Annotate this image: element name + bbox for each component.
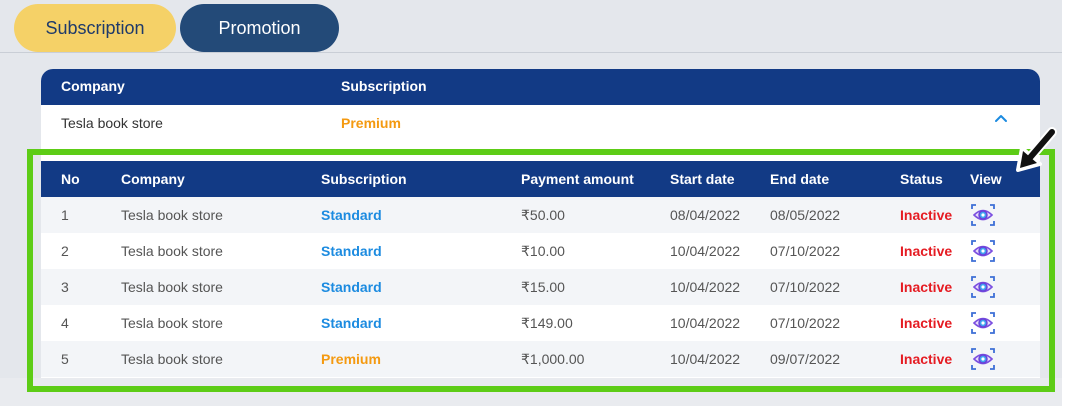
row-company: Tesla book store bbox=[121, 207, 223, 223]
row-no: 1 bbox=[61, 207, 69, 223]
row-end-date: 08/05/2022 bbox=[770, 207, 841, 223]
summary-header-company: Company bbox=[61, 78, 125, 94]
col-status: Status bbox=[900, 171, 943, 187]
row-subscription: Standard bbox=[321, 315, 382, 331]
row-status: Inactive bbox=[900, 243, 953, 259]
eye-scan-icon[interactable] bbox=[970, 239, 996, 263]
table-row: 1 Tesla book store Standard ₹50.00 08/04/202… bbox=[41, 197, 1040, 233]
row-payment-amount: ₹15.00 bbox=[521, 279, 565, 295]
row-payment-amount: ₹50.00 bbox=[521, 207, 565, 223]
table-row: 2 Tesla book store Standard ₹10.00 10/04/202… bbox=[41, 233, 1040, 269]
row-company: Tesla book store bbox=[121, 351, 223, 367]
col-subscription: Subscription bbox=[321, 171, 407, 187]
row-end-date: 09/07/2022 bbox=[770, 351, 841, 367]
row-payment-amount: ₹149.00 bbox=[521, 315, 573, 331]
row-payment-amount: ₹10.00 bbox=[521, 243, 565, 259]
row-no: 5 bbox=[61, 351, 69, 367]
row-end-date: 07/10/2022 bbox=[770, 243, 841, 259]
row-no: 3 bbox=[61, 279, 69, 295]
row-start-date: 10/04/2022 bbox=[670, 243, 741, 259]
tab-promotion[interactable]: Promotion bbox=[180, 4, 339, 52]
summary-company: Tesla book store bbox=[61, 115, 163, 131]
row-payment-amount: ₹1,000.00 bbox=[521, 351, 585, 367]
row-subscription: Standard bbox=[321, 207, 382, 223]
row-no: 2 bbox=[61, 243, 69, 259]
tabs-divider bbox=[0, 52, 1062, 53]
eye-scan-icon[interactable] bbox=[970, 311, 996, 335]
row-status: Inactive bbox=[900, 315, 953, 331]
row-subscription: Standard bbox=[321, 243, 382, 259]
summary-header-subscription: Subscription bbox=[341, 78, 427, 94]
details-header: No Company Subscription Payment amount S… bbox=[41, 161, 1040, 197]
col-view: View bbox=[970, 171, 1002, 187]
chevron-up-icon[interactable] bbox=[994, 112, 1008, 126]
row-subscription: Standard bbox=[321, 279, 382, 295]
row-start-date: 10/04/2022 bbox=[670, 279, 741, 295]
row-subscription: Premium bbox=[321, 351, 381, 367]
row-start-date: 08/04/2022 bbox=[670, 207, 741, 223]
table-row: 3 Tesla book store Standard ₹15.00 10/04/202… bbox=[41, 269, 1040, 305]
summary-subscription: Premium bbox=[341, 115, 401, 131]
details-body: 1 Tesla book store Standard ₹50.00 08/04/202… bbox=[41, 197, 1040, 377]
row-company: Tesla book store bbox=[121, 279, 223, 295]
subscription-details-table: No Company Subscription Payment amount S… bbox=[41, 161, 1040, 378]
row-end-date: 07/10/2022 bbox=[770, 315, 841, 331]
row-status: Inactive bbox=[900, 279, 953, 295]
col-start-date: Start date bbox=[670, 171, 735, 187]
arrow-pointer-icon bbox=[1016, 127, 1057, 172]
eye-scan-icon[interactable] bbox=[970, 347, 996, 371]
col-no: No bbox=[61, 171, 80, 187]
eye-scan-icon[interactable] bbox=[970, 275, 996, 299]
page-edge bbox=[1062, 0, 1070, 406]
summary-row[interactable]: Tesla book store Premium bbox=[41, 105, 1040, 141]
row-no: 4 bbox=[61, 315, 69, 331]
row-start-date: 10/04/2022 bbox=[670, 351, 741, 367]
row-end-date: 07/10/2022 bbox=[770, 279, 841, 295]
col-payment-amount: Payment amount bbox=[521, 171, 634, 187]
summary-header: Company Subscription bbox=[41, 69, 1040, 105]
row-status: Inactive bbox=[900, 351, 953, 367]
table-row: 4 Tesla book store Standard ₹149.00 10/04/20… bbox=[41, 305, 1040, 341]
eye-scan-icon[interactable] bbox=[970, 203, 996, 227]
row-status: Inactive bbox=[900, 207, 953, 223]
row-start-date: 10/04/2022 bbox=[670, 315, 741, 331]
col-company: Company bbox=[121, 171, 185, 187]
col-end-date: End date bbox=[770, 171, 830, 187]
table-row: 5 Tesla book store Premium ₹1,000.00 10/04/2… bbox=[41, 341, 1040, 377]
tab-subscription[interactable]: Subscription bbox=[14, 4, 176, 52]
row-company: Tesla book store bbox=[121, 315, 223, 331]
row-company: Tesla book store bbox=[121, 243, 223, 259]
